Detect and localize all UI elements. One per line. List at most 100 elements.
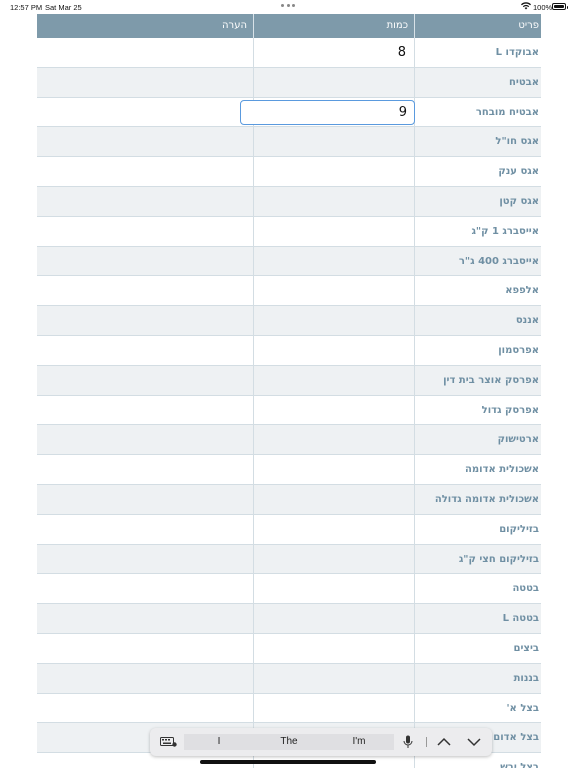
note-cell[interactable] [37,38,253,67]
suggestion-1[interactable]: I [184,734,254,750]
items-table: הערה כמות פריט 8 אבוקדו L אבטיח 9 אבטיח מובח… [37,14,541,768]
status-date: Sat Mar 25 [45,3,82,12]
keyboard-icon[interactable] [160,737,177,747]
note-cell[interactable] [37,68,253,97]
table-row: אגס חו"ל [37,127,541,158]
item-name: אגס ענק [498,166,539,178]
note-cell[interactable] [37,545,253,574]
table-header: הערה כמות פריט [37,14,541,38]
quantity-input[interactable] [254,336,414,365]
note-cell[interactable] [37,425,253,454]
item-name: אלפפא [505,285,539,297]
item-name: אבטיח [509,76,539,88]
note-cell[interactable] [37,664,253,693]
item-name: ארטישוק [497,434,539,446]
quantity-input[interactable] [254,634,414,663]
item-name: אפרסק אוצר בית דין [443,374,539,386]
note-cell[interactable] [37,396,253,425]
quantity-input[interactable]: 8 [254,38,414,67]
note-cell[interactable] [37,366,253,395]
status-bar: 12:57 PM Sat Mar 25 100% [0,0,576,14]
header-qty[interactable]: כמות [254,14,414,38]
home-indicator[interactable] [200,760,376,764]
table-row: אלפפא [37,276,541,307]
keyboard-shortcut-bar: I The I'm [150,728,492,756]
table-row: אפרסק גדול [37,395,541,426]
note-cell[interactable] [37,515,253,544]
note-cell[interactable] [37,247,253,276]
quantity-input[interactable] [254,664,414,693]
suggestion-2[interactable]: The [254,734,324,750]
quantity-input[interactable] [254,396,414,425]
quantity-input[interactable] [254,187,414,216]
item-name: בצל א' [506,702,540,714]
table-row: אפרסמון [37,335,541,366]
item-name: אגס קטן [499,195,539,207]
header-note[interactable]: הערה [37,14,253,38]
chevron-down-icon[interactable] [467,736,481,748]
suggestion-3[interactable]: I'm [324,734,394,750]
item-name: אגס חו"ל [495,136,539,148]
quantity-input[interactable] [254,68,414,97]
quantity-input-focused[interactable]: 9 [240,99,415,125]
note-cell[interactable] [37,694,253,723]
item-name: אייסברג 400 ג"ר [458,255,539,267]
quantity-input[interactable] [254,515,414,544]
quantity-input[interactable] [254,485,414,514]
header-item[interactable]: פריט [415,14,541,38]
quantity-input[interactable] [254,306,414,335]
item-name: אבטיח מובחר [475,106,539,118]
table-row: אשכולית אדומה גדולה [37,484,541,515]
note-cell[interactable] [37,604,253,633]
table-row: ארטישוק [37,425,541,456]
quantity-input[interactable] [254,425,414,454]
quantity-input[interactable] [254,366,414,395]
quantity-input[interactable] [254,574,414,603]
note-cell[interactable] [37,157,253,186]
item-name: בזיליקום חצי ק"ג [458,553,539,565]
quantity-input[interactable] [254,157,414,186]
note-cell[interactable] [37,217,253,246]
item-name: אבוקדו L [495,47,539,58]
item-name: אשכולית אדומה גדולה [434,493,539,505]
item-name: אייסברג 1 ק"ג [471,225,539,237]
quantity-input[interactable] [254,217,414,246]
note-cell[interactable] [37,98,253,127]
quantity-input[interactable] [254,694,414,723]
note-cell[interactable] [37,276,253,305]
note-cell[interactable] [37,574,253,603]
item-name: בזיליקום [499,523,539,535]
table-row: אייסברג 400 ג"ר [37,246,541,277]
table-row: אגס ענק [37,157,541,187]
note-cell[interactable] [37,455,253,484]
table-row: בצל א' [37,693,541,724]
item-name: בטטה [512,583,539,595]
battery-percentage: 100% [533,3,553,12]
table-row: 9 אבטיח מובחר [37,97,541,128]
microphone-icon[interactable] [403,735,413,749]
note-cell[interactable] [37,127,253,156]
quantity-input[interactable] [254,455,414,484]
note-cell[interactable] [37,187,253,216]
table-row: אבטיח [37,67,541,98]
note-cell[interactable] [37,306,253,335]
quantity-input[interactable] [254,127,414,156]
item-name: בטטה L [502,613,539,625]
table-row: בזיליקום חצי ק"ג [37,544,541,575]
quantity-input[interactable] [254,247,414,276]
note-cell[interactable] [37,485,253,514]
chevron-up-icon[interactable] [437,736,451,748]
note-cell[interactable] [37,336,253,365]
note-cell[interactable] [37,634,253,663]
table-row: אננס [37,306,541,336]
item-name: אפרסק גדול [481,404,539,416]
quantity-input[interactable] [254,545,414,574]
battery-icon [552,3,568,10]
quantity-input[interactable] [254,604,414,633]
status-time: 12:57 PM [10,3,43,12]
table-row: בננות [37,663,541,694]
multitasking-dots-icon[interactable] [281,3,295,7]
table-row: 8 אבוקדו L [37,38,541,68]
quantity-input[interactable] [254,276,414,305]
item-name: אננס [515,315,539,327]
